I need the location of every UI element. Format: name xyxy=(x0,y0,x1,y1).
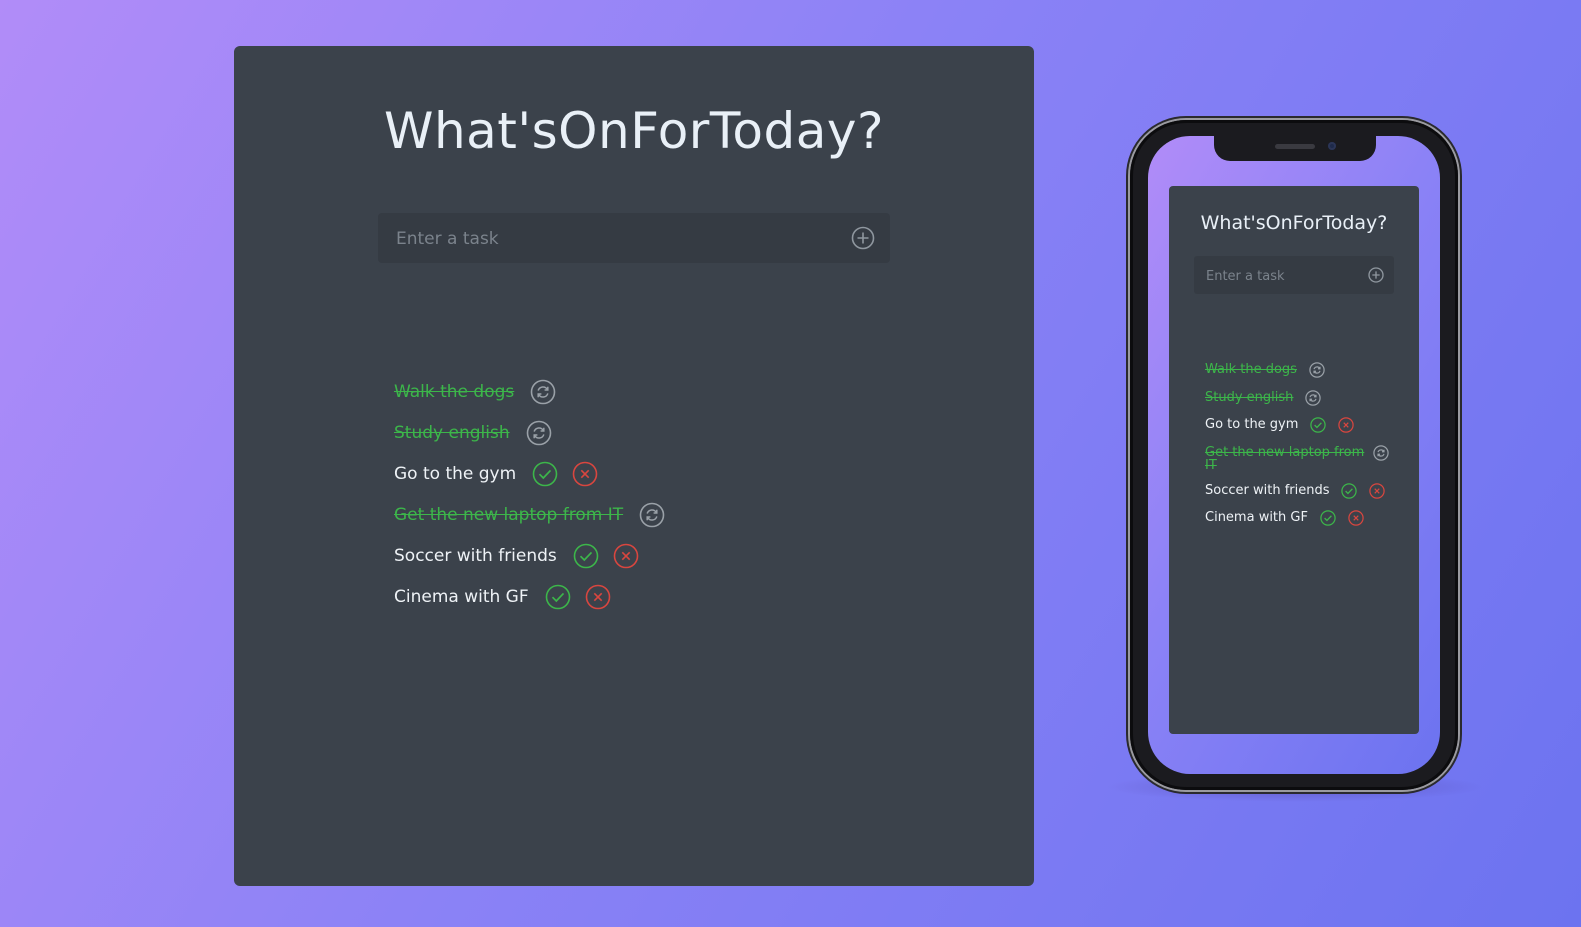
task-text: Go to the gym xyxy=(394,463,517,484)
mobile-task-item: Walk the dogs xyxy=(1205,358,1389,386)
task-input-container xyxy=(378,213,890,265)
task-text: Get the new laptop from IT xyxy=(394,504,624,525)
refresh-circle-icon[interactable] xyxy=(530,379,556,405)
task-item: Study english xyxy=(394,412,665,453)
task-text: Study english xyxy=(1205,389,1294,405)
task-text: Soccer with friends xyxy=(394,545,557,566)
mobile-task-item: Study english xyxy=(1205,386,1389,414)
check-circle-icon[interactable] xyxy=(573,543,599,569)
app-title: What'sOnForToday? xyxy=(384,102,884,160)
mobile-todo-card: What'sOnForToday? Walk the dogs Study en… xyxy=(1169,186,1419,734)
plus-circle-icon[interactable] xyxy=(1368,267,1384,283)
x-circle-icon[interactable] xyxy=(1369,482,1386,499)
x-circle-icon[interactable] xyxy=(1348,510,1364,526)
x-circle-icon[interactable] xyxy=(613,543,639,569)
task-text: Study english xyxy=(394,422,510,443)
x-circle-icon[interactable] xyxy=(572,461,598,487)
phone-mockup: What'sOnForToday? Walk the dogs Study en… xyxy=(1130,120,1458,790)
task-text: Cinema with GF xyxy=(1205,510,1308,525)
task-text: Walk the dogs xyxy=(394,381,515,402)
mobile-task-item: Get the new laptop from IT xyxy=(1205,441,1389,479)
task-text: Cinema with GF xyxy=(394,586,529,607)
mobile-task-item: Cinema with GF xyxy=(1205,506,1389,534)
task-item: Get the new laptop from IT xyxy=(394,494,665,535)
mobile-app-title: What'sOnForToday? xyxy=(1200,212,1388,234)
task-list: Walk the dogs Study english Go to the gy… xyxy=(394,371,665,617)
task-item: Cinema with GF xyxy=(394,576,665,617)
phone-camera xyxy=(1328,142,1336,150)
check-circle-icon[interactable] xyxy=(1310,417,1327,433)
x-circle-icon[interactable] xyxy=(585,584,611,610)
check-circle-icon[interactable] xyxy=(545,584,571,610)
mobile-task-item: Soccer with friends xyxy=(1205,479,1389,507)
task-item: Go to the gym xyxy=(394,453,665,494)
check-circle-icon[interactable] xyxy=(1341,482,1358,499)
task-text: Soccer with friends xyxy=(1205,482,1330,498)
refresh-circle-icon[interactable] xyxy=(639,502,665,528)
plus-circle-icon[interactable] xyxy=(851,226,875,250)
task-input[interactable] xyxy=(394,213,838,265)
mobile-task-input[interactable] xyxy=(1204,256,1368,296)
mobile-task-item: Go to the gym xyxy=(1205,413,1389,441)
mobile-task-list: Walk the dogs Study english Go to the gy… xyxy=(1205,358,1389,534)
phone-notch xyxy=(1214,136,1376,161)
task-text: Walk the dogs xyxy=(1205,362,1297,377)
task-text: Get the new laptop from IT xyxy=(1205,444,1365,473)
task-item: Soccer with friends xyxy=(394,535,665,576)
task-text: Go to the gym xyxy=(1205,417,1299,432)
refresh-circle-icon[interactable] xyxy=(1305,389,1322,406)
todo-card: What'sOnForToday? Walk the dogs Study en… xyxy=(234,46,1034,886)
mobile-task-input-container xyxy=(1194,256,1394,296)
x-circle-icon[interactable] xyxy=(1338,417,1355,433)
phone-screen: What'sOnForToday? Walk the dogs Study en… xyxy=(1148,136,1440,774)
check-circle-icon[interactable] xyxy=(1320,510,1336,526)
phone-speaker xyxy=(1275,144,1315,149)
refresh-circle-icon[interactable] xyxy=(1309,362,1325,378)
refresh-circle-icon[interactable] xyxy=(1373,444,1389,461)
refresh-circle-icon[interactable] xyxy=(526,420,552,446)
phone-power-button xyxy=(1458,278,1462,348)
task-item: Walk the dogs xyxy=(394,371,665,412)
check-circle-icon[interactable] xyxy=(532,461,558,487)
